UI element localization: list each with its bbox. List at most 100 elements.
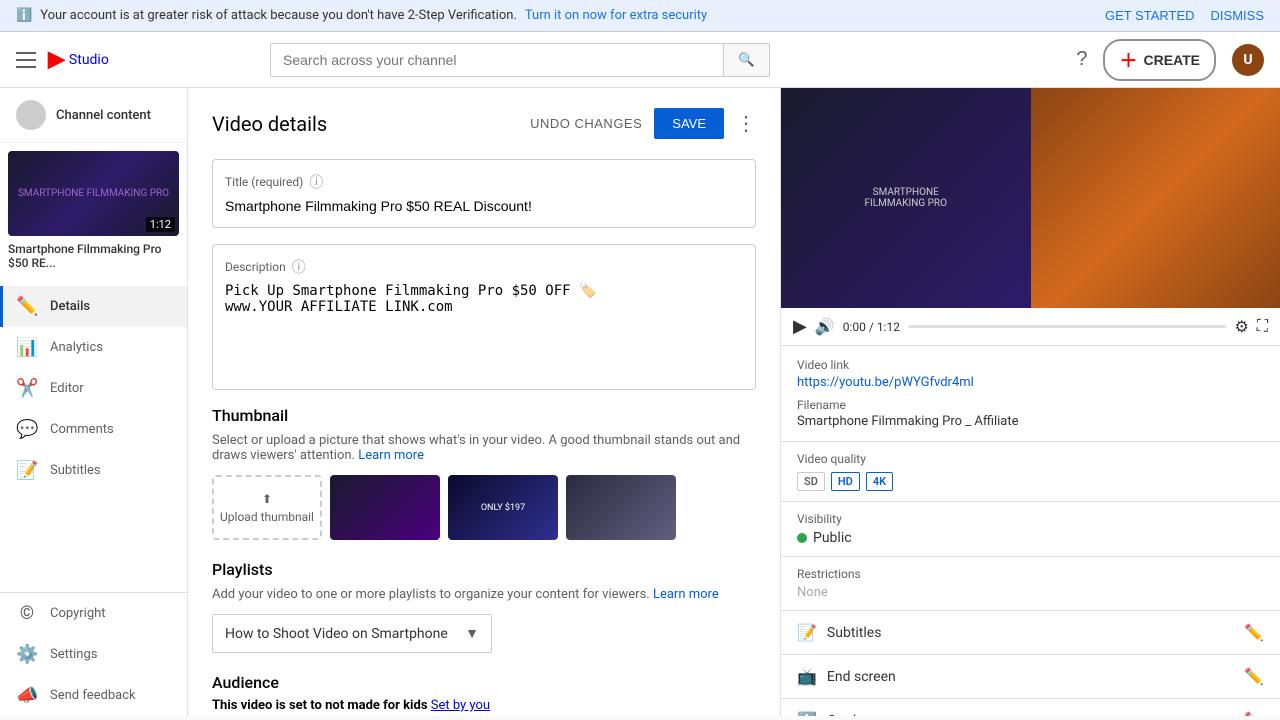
- subtitles-edit-icon[interactable]: ✏️: [1244, 623, 1264, 642]
- header-right: ? ＋ CREATE U: [1076, 39, 1264, 81]
- thumbnail-title: Thumbnail: [212, 406, 756, 425]
- description-info-icon[interactable]: ⓘ: [292, 257, 306, 277]
- thumbnail-learn-more-link[interactable]: Learn more: [358, 448, 424, 463]
- video-left-content: SMARTPHONEFILMMAKING PRO: [857, 179, 955, 217]
- volume-button[interactable]: 🔊: [815, 317, 835, 337]
- subtitles-item-left: 📝 Subtitles: [797, 623, 881, 642]
- audience-title: Audience: [212, 673, 756, 692]
- description-field-group: Description ⓘ Pick Up Smartphone Filmmak…: [212, 244, 756, 390]
- title-input[interactable]: [225, 198, 743, 214]
- create-label: CREATE: [1143, 52, 1200, 68]
- content-area: Video details UNDO CHANGES SAVE ⋮ Title …: [188, 88, 1280, 716]
- playlists-title: Playlists: [212, 560, 756, 579]
- video-right-half: [1031, 88, 1280, 308]
- thumbnail-option-1[interactable]: [330, 475, 440, 540]
- set-by-you-link[interactable]: Set by you: [431, 698, 490, 713]
- cards-edit-icon[interactable]: ✏️: [1244, 711, 1264, 716]
- sidebar-item-settings[interactable]: ⚙️ Settings: [0, 634, 187, 675]
- sidebar-item-subtitles[interactable]: 📝 Subtitles: [0, 450, 187, 491]
- header-left: ▶ Studio: [16, 47, 109, 72]
- analytics-icon: 📊: [16, 337, 38, 358]
- playlists-learn-more-link[interactable]: Learn more: [653, 587, 719, 602]
- chevron-down-icon: ▼: [465, 625, 479, 642]
- filename-value: Smartphone Filmmaking Pro _ Affiliate: [797, 414, 1264, 429]
- sidebar-item-details[interactable]: ✏️ Details: [0, 286, 187, 327]
- video-link: https://youtu.be/pWYGfvdr4ml: [797, 374, 1264, 390]
- cards-panel-label: Cards: [827, 713, 863, 717]
- thumbnail-option-2[interactable]: ONLY $197: [448, 475, 558, 540]
- audience-status: This video is set to not made for kids S…: [212, 698, 756, 713]
- upload-thumbnail-button[interactable]: ⬆ Upload thumbnail: [212, 475, 322, 540]
- thumbnail-option-3[interactable]: [566, 475, 676, 540]
- subtitles-panel-item[interactable]: 📝 Subtitles ✏️: [781, 611, 1280, 655]
- video-link-label: Video link: [797, 358, 1264, 372]
- search-button[interactable]: 🔍: [723, 44, 769, 76]
- thumb-img-2: ONLY $197: [448, 475, 558, 540]
- feedback-label: Send feedback: [50, 688, 136, 703]
- channel-content-label: Channel content: [56, 108, 151, 123]
- playlist-dropdown[interactable]: How to Shoot Video on Smartphone ▼: [212, 614, 492, 653]
- hamburger-menu[interactable]: [16, 52, 36, 68]
- end-screen-item-left: 📺 End screen: [797, 667, 896, 686]
- avatar[interactable]: U: [1232, 44, 1264, 76]
- sd-badge: SD: [797, 472, 825, 491]
- fullscreen-button[interactable]: ⛶: [1257, 318, 1268, 336]
- thumbnail-options: ⬆ Upload thumbnail ONLY $197: [212, 475, 756, 540]
- save-button[interactable]: SAVE: [654, 108, 724, 139]
- thumbnail-section: Thumbnail Select or upload a picture tha…: [212, 406, 756, 540]
- progress-bar[interactable]: [908, 325, 1227, 328]
- cards-panel-item[interactable]: ℹ️ Cards ✏️: [781, 699, 1280, 716]
- channel-content-item[interactable]: Channel content: [0, 88, 187, 143]
- dismiss-button[interactable]: DISMISS: [1211, 8, 1264, 23]
- playlist-selected-value: How to Shoot Video on Smartphone: [225, 626, 448, 642]
- settings-video-button[interactable]: ⚙: [1234, 317, 1248, 337]
- visibility-section: Visibility Public: [781, 502, 1280, 557]
- channel-avatar: [16, 100, 46, 130]
- video-controls: ▶ 🔊 0:00 / 1:12 ⚙ ⛶: [781, 308, 1280, 346]
- more-options-button[interactable]: ⋮: [736, 111, 756, 136]
- thumb-img-1: [330, 475, 440, 540]
- right-panel: SMARTPHONEFILMMAKING PRO ▶ 🔊 0:00 / 1:12…: [780, 88, 1280, 716]
- help-button[interactable]: ?: [1076, 48, 1087, 71]
- studio-text: Studio: [69, 52, 109, 68]
- sidebar-item-editor[interactable]: ✂️ Editor: [0, 368, 187, 409]
- undo-changes-button[interactable]: UNDO CHANGES: [530, 116, 642, 131]
- sidebar-item-comments[interactable]: 💬 Comments: [0, 409, 187, 450]
- title-info-icon[interactable]: ⓘ: [309, 172, 323, 192]
- settings-label: Settings: [50, 647, 97, 662]
- end-screen-edit-icon[interactable]: ✏️: [1244, 667, 1264, 686]
- details-label: Details: [50, 299, 90, 314]
- sidebar-item-feedback[interactable]: 📣 Send feedback: [0, 675, 187, 716]
- upload-icon: ⬆: [262, 492, 272, 506]
- header: ▶ Studio 🔍 ? ＋ CREATE U: [0, 32, 1280, 88]
- description-input[interactable]: Pick Up Smartphone Filmmaking Pro $50 OF…: [225, 283, 743, 373]
- hd-badge: HD: [831, 472, 860, 491]
- quality-label: Video quality: [797, 452, 1264, 466]
- copyright-label: Copyright: [50, 606, 106, 621]
- main-panel: Video details UNDO CHANGES SAVE ⋮ Title …: [188, 88, 780, 716]
- sidebar-item-analytics[interactable]: 📊 Analytics: [0, 327, 187, 368]
- restrictions-section: Restrictions None: [781, 557, 1280, 611]
- video-url-link[interactable]: https://youtu.be/pWYGfvdr4ml: [797, 375, 974, 390]
- logo[interactable]: ▶ Studio: [48, 47, 109, 72]
- page-actions: UNDO CHANGES SAVE ⋮: [530, 108, 756, 139]
- upload-thumb-label: Upload thumbnail: [220, 510, 314, 524]
- video-preview-area: SMARTPHONEFILMMAKING PRO ▶ 🔊 0:00 / 1:12…: [781, 88, 1280, 346]
- subtitles-label: Subtitles: [50, 463, 101, 478]
- sidebar: Channel content SMARTPHONE FILMMAKING PR…: [0, 88, 188, 716]
- warning-bar: ℹ️ Your account is at greater risk of at…: [0, 0, 1280, 32]
- search-input[interactable]: [271, 44, 723, 76]
- create-button[interactable]: ＋ CREATE: [1103, 39, 1216, 81]
- end-screen-panel-label: End screen: [827, 669, 896, 685]
- description-label: Description ⓘ: [225, 257, 743, 277]
- play-button[interactable]: ▶: [793, 316, 807, 337]
- subtitles-icon: 📝: [16, 460, 38, 481]
- end-screen-panel-item[interactable]: 📺 End screen ✏️: [781, 655, 1280, 699]
- sidebar-item-copyright[interactable]: © Copyright: [0, 593, 187, 634]
- restrictions-value: None: [797, 585, 1264, 600]
- sidebar-bottom: © Copyright ⚙️ Settings 📣 Send feedback: [0, 592, 187, 716]
- video-duration: 1:12: [146, 217, 175, 232]
- description-field-box: Description ⓘ Pick Up Smartphone Filmmak…: [212, 244, 756, 390]
- turn-on-2sv-link[interactable]: Turn it on now for extra security: [525, 8, 707, 23]
- get-started-button[interactable]: GET STARTED: [1105, 8, 1195, 23]
